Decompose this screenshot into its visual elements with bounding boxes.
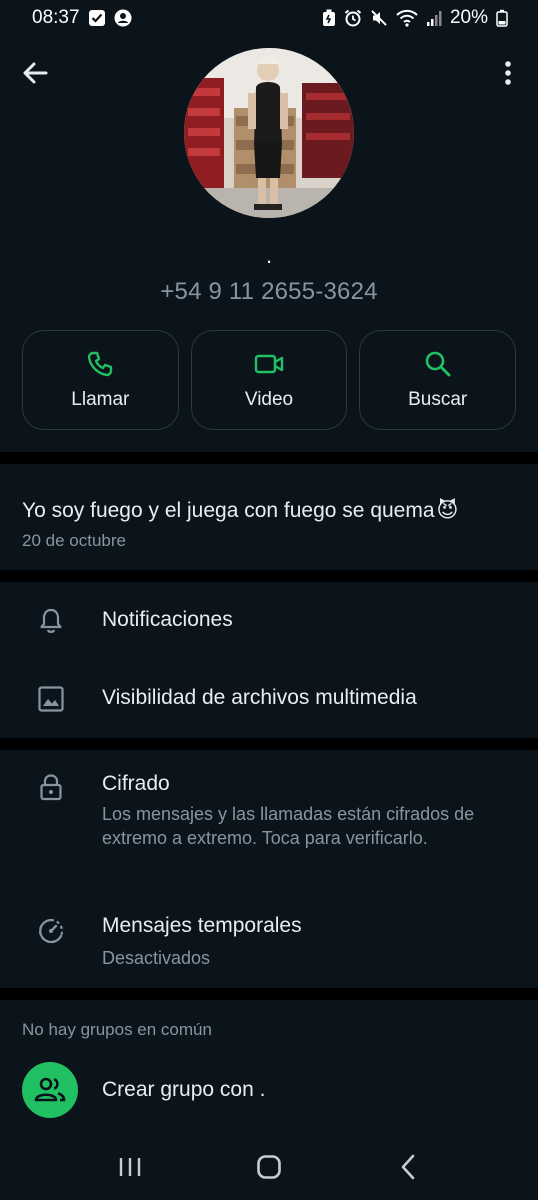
notifications-row[interactable]: Notificaciones	[0, 582, 538, 660]
check-box-icon	[88, 9, 106, 27]
about-date: 20 de octubre	[22, 531, 126, 550]
battery-icon	[496, 9, 508, 27]
devil-emoji-icon: 😈	[436, 499, 459, 522]
groups-section: No hay grupos en común Crear grupo con .	[0, 1000, 538, 1134]
battery-percent: 20%	[449, 7, 488, 28]
section-divider	[0, 738, 538, 750]
signal-icon	[426, 9, 442, 27]
contact-avatar[interactable]	[184, 48, 354, 218]
battery-saver-icon	[322, 9, 336, 27]
phone-icon	[88, 351, 113, 377]
section-divider	[0, 570, 538, 582]
back-button[interactable]	[18, 56, 52, 90]
about-text: Yo soy fuego y el juega con fuego se que…	[22, 498, 516, 523]
nav-back-button[interactable]	[378, 1142, 438, 1192]
section-divider	[0, 988, 538, 1000]
media-visibility-label: Visibilidad de archivos multimedia	[102, 686, 417, 709]
account-circle-icon	[114, 9, 132, 27]
settings-section-1: Notificaciones Visibilidad de archivos m…	[0, 582, 538, 738]
home-icon	[257, 1155, 281, 1179]
bell-icon	[36, 606, 66, 636]
more-options-button[interactable]	[496, 56, 520, 90]
call-button[interactable]: Llamar	[22, 330, 179, 430]
recent-apps-icon	[119, 1158, 140, 1176]
lock-icon	[36, 772, 66, 802]
recent-apps-button[interactable]	[100, 1142, 160, 1192]
notifications-label: Notificaciones	[102, 608, 233, 631]
disappearing-messages-row[interactable]: Mensajes temporales Desactivados	[0, 890, 538, 988]
search-button[interactable]: Buscar	[359, 330, 517, 430]
wifi-icon	[396, 9, 418, 27]
disappearing-title: Mensajes temporales	[102, 914, 302, 937]
more-vert-icon	[505, 61, 511, 85]
group-add-icon	[34, 1077, 66, 1102]
media-visibility-row[interactable]: Visibilidad de archivos multimedia	[0, 660, 538, 738]
chevron-left-icon	[402, 1154, 415, 1180]
section-divider	[0, 452, 538, 464]
encryption-row[interactable]: Cifrado Los mensajes y las llamadas está…	[0, 750, 538, 890]
timer-icon	[36, 916, 66, 946]
create-group-label: Crear grupo con .	[102, 1078, 266, 1101]
encryption-subtitle: Los mensajes y las llamadas están cifrad…	[102, 804, 475, 848]
create-group-row[interactable]: Crear grupo con .	[0, 1058, 538, 1124]
home-button[interactable]	[239, 1142, 299, 1192]
contact-name: .	[265, 243, 273, 268]
status-time: 08:37	[32, 7, 80, 28]
about-section[interactable]: Yo soy fuego y el juega con fuego se que…	[0, 464, 538, 570]
system-nav-bar	[0, 1134, 538, 1200]
create-group-avatar	[22, 1062, 78, 1118]
encryption-title: Cifrado	[102, 772, 170, 795]
image-icon	[36, 684, 66, 714]
disappearing-subtitle: Desactivados	[102, 948, 211, 968]
contact-header: . +54 9 11 2655-3624 Llamar Video Buscar	[0, 36, 538, 456]
about-status: Yo soy fuego y el juega con fuego se que…	[22, 498, 435, 522]
video-icon	[254, 354, 284, 374]
status-bar: 08:37 20%	[0, 0, 538, 36]
search-icon	[425, 351, 451, 377]
contact-phone: +54 9 11 2655-3624	[160, 278, 378, 305]
no-common-groups-label: No hay grupos en común	[22, 1020, 212, 1039]
call-label: Llamar	[71, 389, 130, 410]
quick-actions: Llamar Video Buscar	[22, 330, 517, 430]
search-label: Buscar	[408, 389, 468, 410]
video-button[interactable]: Video	[190, 330, 348, 430]
settings-section-2: Cifrado Los mensajes y las llamadas está…	[0, 750, 538, 988]
mute-icon	[370, 9, 388, 27]
alarm-icon	[344, 9, 362, 27]
arrow-back-icon	[23, 62, 48, 84]
video-label: Video	[244, 389, 294, 410]
